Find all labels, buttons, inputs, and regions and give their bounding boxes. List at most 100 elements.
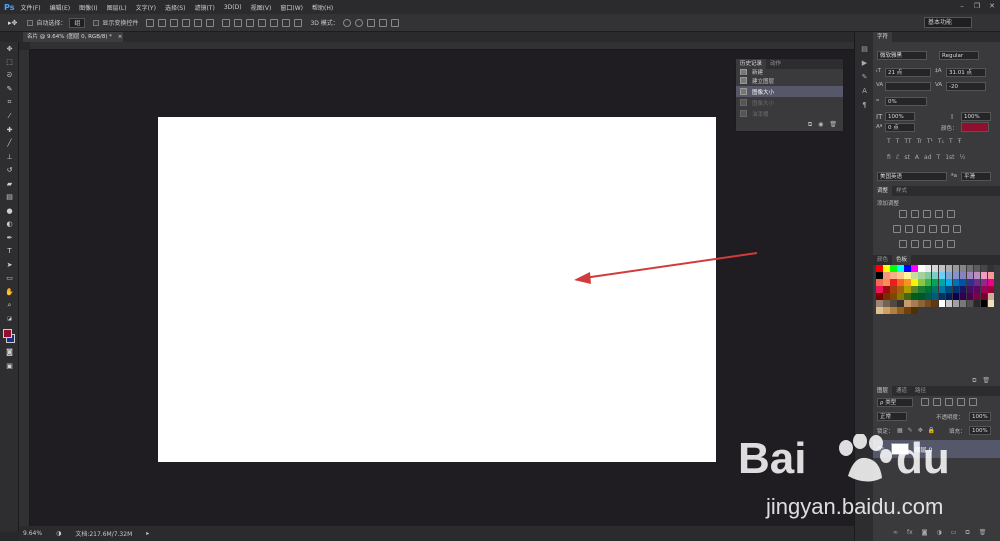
swatch[interactable] bbox=[910, 278, 918, 286]
swatch[interactable] bbox=[910, 306, 918, 314]
3d-scale-icon[interactable] bbox=[390, 18, 399, 27]
swatch[interactable] bbox=[966, 299, 974, 307]
swatch[interactable] bbox=[876, 278, 883, 286]
tab-swatches[interactable]: 色板 bbox=[892, 255, 912, 265]
swatch[interactable] bbox=[973, 271, 981, 279]
tab-adjustments[interactable]: 调整 bbox=[873, 186, 893, 196]
small-caps-button[interactable]: Tr bbox=[917, 138, 922, 145]
tab-styles[interactable]: 样式 bbox=[892, 186, 911, 196]
swatch-grid[interactable] bbox=[876, 265, 996, 314]
swatch[interactable] bbox=[980, 285, 988, 293]
swatch[interactable] bbox=[917, 285, 925, 293]
3d-drag-icon[interactable] bbox=[366, 18, 375, 27]
swatch[interactable] bbox=[889, 271, 897, 279]
tsume-field[interactable]: 0% bbox=[885, 97, 927, 106]
swatch[interactable] bbox=[973, 278, 981, 286]
swatch[interactable] bbox=[876, 285, 883, 293]
adjustment-layer-icon[interactable]: ◑ bbox=[937, 529, 942, 537]
swatch[interactable] bbox=[882, 292, 890, 300]
swatch[interactable] bbox=[945, 292, 953, 300]
levels-icon[interactable] bbox=[911, 210, 919, 218]
faux-italic-button[interactable]: T bbox=[896, 138, 900, 145]
blur-tool-icon[interactable]: ● bbox=[0, 204, 19, 218]
swatch[interactable] bbox=[931, 285, 939, 293]
3d-rotate-icon[interactable] bbox=[342, 18, 351, 27]
align-vcenter-icon[interactable] bbox=[158, 18, 167, 27]
swatch[interactable] bbox=[987, 271, 995, 279]
font-style-select[interactable]: Regular bbox=[939, 51, 979, 60]
document-info[interactable]: 文档:217.6M/7.32M bbox=[75, 529, 132, 538]
screen-mode-icon[interactable]: ▣ bbox=[0, 359, 19, 373]
discretionary-lig-button[interactable]: st bbox=[904, 154, 909, 161]
swatch[interactable] bbox=[952, 285, 960, 293]
blend-mode-select[interactable]: 正常 bbox=[877, 412, 907, 421]
swatch[interactable] bbox=[952, 278, 960, 286]
healing-brush-tool-icon[interactable]: ✚ bbox=[0, 123, 19, 137]
menu-3d[interactable]: 3D(D) bbox=[224, 4, 242, 11]
snapshot-icon[interactable]: ◉ bbox=[818, 121, 823, 129]
swatch[interactable] bbox=[987, 265, 995, 272]
tab-channels[interactable]: 通道 bbox=[892, 386, 911, 396]
status-arrow-icon[interactable]: ▸ bbox=[146, 530, 149, 537]
character-dock-icon[interactable]: A bbox=[855, 84, 874, 98]
swatch[interactable] bbox=[924, 285, 932, 293]
swatch[interactable] bbox=[903, 278, 911, 286]
eraser-tool-icon[interactable]: ▰ bbox=[0, 177, 19, 191]
swatch[interactable] bbox=[945, 299, 953, 307]
underline-button[interactable]: T bbox=[949, 138, 953, 145]
move-tool-icon[interactable]: ▸✥ bbox=[8, 19, 17, 27]
swatch[interactable] bbox=[952, 292, 960, 300]
swatch[interactable] bbox=[966, 285, 974, 293]
swatch[interactable] bbox=[980, 271, 988, 279]
history-item[interactable]: 油漆桶 bbox=[736, 108, 843, 119]
eyedropper-tool-icon[interactable]: ⁄ bbox=[0, 110, 19, 124]
anti-alias-select[interactable]: 平滑 bbox=[961, 172, 991, 181]
swatch[interactable] bbox=[931, 278, 939, 286]
filter-smart-icon[interactable] bbox=[969, 398, 977, 406]
swatch[interactable] bbox=[876, 265, 883, 272]
swatch[interactable] bbox=[945, 278, 953, 286]
gradient-tool-icon[interactable]: ▤ bbox=[0, 191, 19, 205]
swatch[interactable] bbox=[903, 265, 911, 272]
distribute-top-icon[interactable] bbox=[222, 18, 231, 27]
photo-filter-icon[interactable] bbox=[929, 225, 937, 233]
brightness-icon[interactable] bbox=[899, 210, 907, 218]
swatch[interactable] bbox=[903, 285, 911, 293]
swatch[interactable] bbox=[903, 292, 911, 300]
distribute-bottom-icon[interactable] bbox=[246, 18, 255, 27]
3d-roll-icon[interactable] bbox=[354, 18, 363, 27]
swatch[interactable] bbox=[931, 299, 939, 307]
swatch[interactable] bbox=[910, 292, 918, 300]
swatch[interactable] bbox=[987, 278, 995, 286]
menu-window[interactable]: 窗口(W) bbox=[280, 3, 303, 12]
swatch[interactable] bbox=[924, 299, 932, 307]
swatch[interactable] bbox=[952, 265, 960, 272]
swatch[interactable] bbox=[896, 306, 904, 314]
swatch[interactable] bbox=[910, 285, 918, 293]
color-lookup-icon[interactable] bbox=[953, 225, 961, 233]
new-layer-icon[interactable]: ⧉ bbox=[965, 529, 969, 537]
swatch[interactable] bbox=[959, 285, 967, 293]
swatch[interactable] bbox=[917, 278, 925, 286]
superscript-button[interactable]: T¹ bbox=[927, 138, 933, 145]
swatch[interactable] bbox=[980, 278, 988, 286]
threshold-icon[interactable] bbox=[923, 240, 931, 248]
clone-stamp-tool-icon[interactable]: ⊥ bbox=[0, 150, 19, 164]
swatch[interactable] bbox=[903, 306, 911, 314]
swatch[interactable] bbox=[896, 285, 904, 293]
layer-mask-icon[interactable]: ◙ bbox=[922, 529, 928, 537]
swatch[interactable] bbox=[882, 265, 890, 272]
posterize-icon[interactable] bbox=[911, 240, 919, 248]
swatch[interactable] bbox=[910, 265, 918, 272]
tracking-field[interactable]: -20 bbox=[946, 82, 986, 91]
marquee-tool-icon[interactable]: ⬚ bbox=[0, 56, 19, 70]
tab-character[interactable]: 字符 bbox=[873, 32, 893, 42]
black-white-icon[interactable] bbox=[917, 225, 925, 233]
pen-tool-icon[interactable]: ✒ bbox=[0, 231, 19, 245]
swatch[interactable] bbox=[938, 271, 946, 279]
swatch[interactable] bbox=[917, 271, 925, 279]
menu-file[interactable]: 文件(F) bbox=[20, 3, 40, 12]
filter-pixel-icon[interactable] bbox=[921, 398, 929, 406]
swatch[interactable] bbox=[896, 278, 904, 286]
distribute-right-icon[interactable] bbox=[282, 18, 291, 27]
